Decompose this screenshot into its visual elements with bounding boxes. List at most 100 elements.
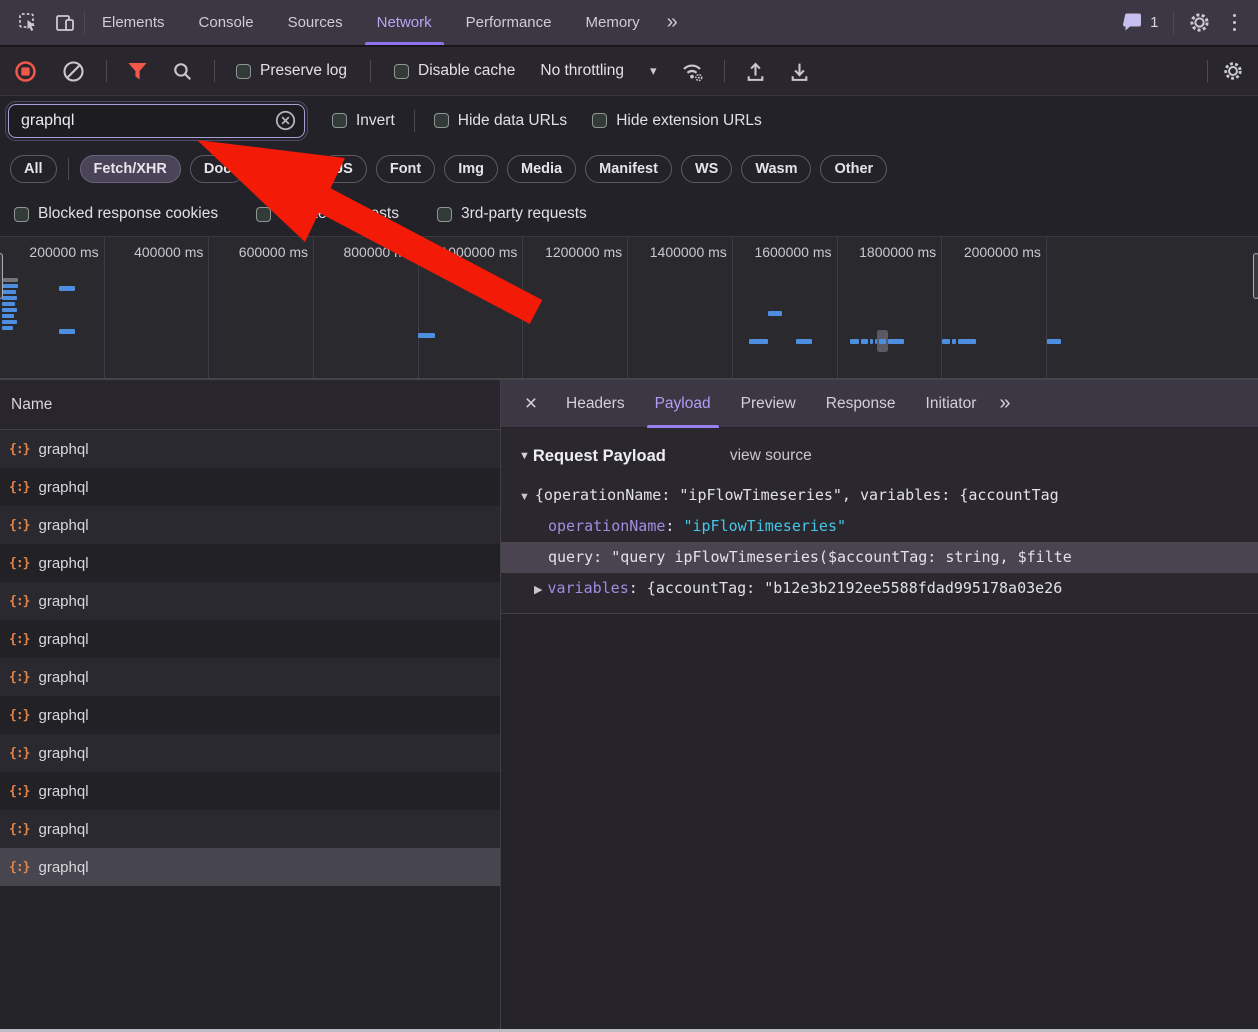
import-har-icon[interactable]: [744, 60, 767, 83]
overview-right-handle[interactable]: [1253, 253, 1258, 299]
request-timing-bar[interactable]: [2, 314, 14, 318]
checkbox[interactable]: [256, 207, 271, 222]
disable-cache-checkbox[interactable]: Disable cache: [394, 62, 515, 80]
request-timing-bar[interactable]: [958, 339, 976, 344]
filter-chip-other[interactable]: Other: [820, 155, 887, 183]
request-row[interactable]: {:}graphql: [0, 772, 500, 810]
request-row[interactable]: {:}graphql: [0, 544, 500, 582]
request-timing-bar[interactable]: [2, 308, 17, 312]
payload-tree-row[interactable]: ▼{operationName: "ipFlowTimeseries", var…: [501, 480, 1258, 511]
network-settings-gear-icon[interactable]: [1222, 60, 1244, 82]
request-timing-bar[interactable]: [2, 326, 13, 330]
hide-data-urls-checkbox[interactable]: Hide data URLs: [434, 112, 567, 130]
details-tab-preview[interactable]: Preview: [726, 380, 811, 428]
search-icon[interactable]: [172, 61, 193, 82]
expand-icon[interactable]: ▶: [534, 575, 542, 604]
details-more-tabs-icon[interactable]: »: [991, 392, 1016, 415]
more-tabs-icon[interactable]: »: [657, 11, 686, 34]
request-timing-bar[interactable]: [796, 339, 812, 344]
devtools-tab-sources[interactable]: Sources: [271, 0, 360, 45]
details-tab-headers[interactable]: Headers: [551, 380, 640, 428]
filter-chip-font[interactable]: Font: [376, 155, 435, 183]
filter-chip-doc[interactable]: Doc: [190, 155, 245, 183]
preserve-log-checkbox[interactable]: Preserve log: [236, 62, 347, 80]
filter-chip-fetch-xhr[interactable]: Fetch/XHR: [80, 155, 181, 183]
export-har-icon[interactable]: [788, 60, 811, 83]
details-tab-response[interactable]: Response: [811, 380, 911, 428]
request-row[interactable]: {:}graphql: [0, 810, 500, 848]
filter-chip-manifest[interactable]: Manifest: [585, 155, 672, 183]
device-toolbar-icon[interactable]: [54, 12, 76, 34]
devtools-tab-performance[interactable]: Performance: [449, 0, 569, 45]
hide-extension-urls-checkbox[interactable]: Hide extension URLs: [592, 112, 762, 130]
request-timing-bar[interactable]: [2, 320, 17, 324]
devtools-tab-memory[interactable]: Memory: [569, 0, 657, 45]
checkbox[interactable]: [394, 64, 409, 79]
request-timing-bar[interactable]: [3, 278, 18, 282]
filter-chip-media[interactable]: Media: [507, 155, 576, 183]
checkbox[interactable]: [437, 207, 452, 222]
request-timing-bar[interactable]: [888, 339, 904, 344]
request-timing-bar[interactable]: [2, 284, 18, 288]
clear-filter-icon[interactable]: [275, 110, 296, 131]
checkbox[interactable]: [332, 113, 347, 128]
payload-tree-row[interactable]: ▶variables: {accountTag: "b12e3b2192ee55…: [501, 573, 1258, 604]
network-overview-waterfall[interactable]: 200000 ms400000 ms600000 ms800000 ms1000…: [0, 237, 1258, 380]
clear-network-log-icon[interactable]: [62, 60, 85, 83]
request-timing-bar[interactable]: [59, 286, 75, 291]
request-timing-bar[interactable]: [749, 339, 768, 344]
checkbox[interactable]: [434, 113, 449, 128]
request-row[interactable]: {:}graphql: [0, 468, 500, 506]
request-timing-bar[interactable]: [418, 333, 435, 338]
throttling-select[interactable]: No throttling ▾: [532, 62, 656, 80]
request-row[interactable]: {:}graphql: [0, 848, 500, 886]
checkbox[interactable]: [592, 113, 607, 128]
payload-tree-row[interactable]: operationName: "ipFlowTimeseries": [501, 511, 1258, 542]
request-timing-bar[interactable]: [861, 339, 868, 344]
filter-chip-css[interactable]: CSS: [254, 155, 312, 183]
filter-chip-all[interactable]: All: [10, 155, 57, 183]
filter-funnel-icon[interactable]: [128, 63, 147, 80]
request-row[interactable]: {:}graphql: [0, 430, 500, 468]
checkbox[interactable]: [14, 207, 29, 222]
details-tab-payload[interactable]: Payload: [640, 380, 726, 428]
network-conditions-icon[interactable]: [679, 59, 705, 83]
checkbox[interactable]: [236, 64, 251, 79]
request-timing-bar[interactable]: [2, 302, 15, 306]
menu-kebab-icon[interactable]: [1225, 10, 1245, 36]
record-button[interactable]: [14, 60, 37, 83]
blocked-requests-checkbox[interactable]: Blocked requests: [256, 205, 399, 223]
view-source-toggle[interactable]: view source: [730, 447, 812, 465]
collapse-icon[interactable]: ▼: [519, 450, 530, 462]
devtools-tab-network[interactable]: Network: [360, 0, 449, 45]
devtools-tab-elements[interactable]: Elements: [85, 0, 182, 45]
filter-chip-wasm[interactable]: Wasm: [741, 155, 811, 183]
request-timing-bar[interactable]: [879, 339, 886, 344]
overview-left-handle[interactable]: [0, 253, 3, 299]
invert-checkbox[interactable]: Invert: [332, 112, 395, 130]
request-timing-bar[interactable]: [952, 339, 956, 344]
request-row[interactable]: {:}graphql: [0, 582, 500, 620]
payload-tree-row[interactable]: query: "query ipFlowTimeseries($accountT…: [501, 542, 1258, 573]
devtools-tab-console[interactable]: Console: [182, 0, 271, 45]
request-row[interactable]: {:}graphql: [0, 696, 500, 734]
collapse-icon[interactable]: ▼: [519, 482, 530, 511]
name-column-header[interactable]: Name: [0, 380, 500, 430]
blocked-response-cookies-checkbox[interactable]: Blocked response cookies: [14, 205, 218, 223]
details-tab-initiator[interactable]: Initiator: [911, 380, 992, 428]
request-row[interactable]: {:}graphql: [0, 658, 500, 696]
close-details-icon[interactable]: ×: [511, 392, 551, 416]
request-timing-bar[interactable]: [768, 311, 782, 316]
request-timing-bar[interactable]: [2, 296, 17, 300]
request-row[interactable]: {:}graphql: [0, 620, 500, 658]
issues-button[interactable]: 1: [1123, 13, 1158, 32]
request-timing-bar[interactable]: [59, 329, 75, 334]
filter-chip-img[interactable]: Img: [444, 155, 498, 183]
request-timing-bar[interactable]: [850, 339, 859, 344]
request-timing-bar[interactable]: [1047, 339, 1061, 344]
request-timing-bar[interactable]: [870, 339, 873, 344]
settings-gear-icon[interactable]: [1188, 11, 1211, 34]
filter-chip-js[interactable]: JS: [321, 155, 367, 183]
third-party-requests-checkbox[interactable]: 3rd-party requests: [437, 205, 587, 223]
request-row[interactable]: {:}graphql: [0, 506, 500, 544]
